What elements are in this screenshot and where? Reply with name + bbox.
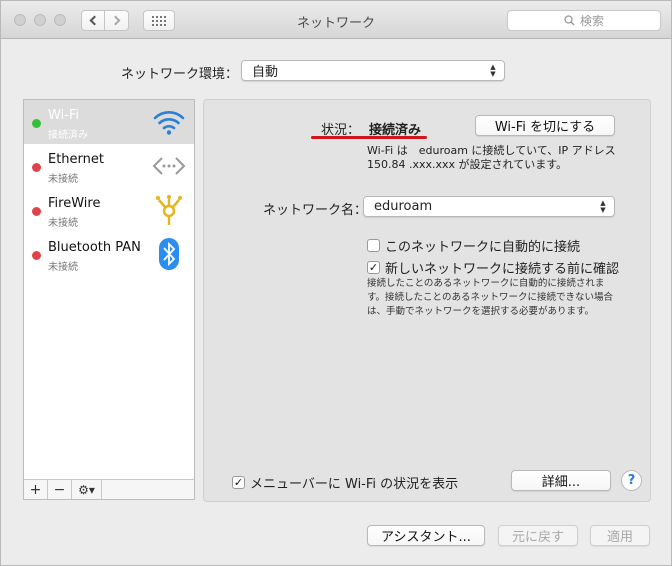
status-dot-red [32,207,41,216]
status-dot-red [32,251,41,260]
add-service-button[interactable]: + [24,480,48,499]
location-value: 自動 [252,65,279,80]
search-placeholder: 検索 [579,14,604,28]
updown-arrows-icon: ▲ ▼ [600,198,606,214]
checkmark-icon: ✓ [232,476,245,489]
title-bar: ネットワーク 検索 [1,1,671,39]
status-dot-green [32,119,41,128]
firewire-icon [156,195,182,225]
search-field[interactable]: 検索 [507,10,661,31]
service-name: Wi-Fi [48,108,80,123]
location-popup[interactable]: 自動 ▲ ▼ [241,60,505,81]
auto-join-label: このネットワークに自動的に接続 [385,240,581,255]
turn-wifi-off-button[interactable]: Wi-Fi を切にする [475,115,615,136]
checkmark-icon: ✓ [367,261,380,274]
ethernet-icon [152,157,186,175]
auto-join-checkbox[interactable]: このネットワークに自動的に接続 [367,236,580,255]
service-name: Bluetooth PAN [48,240,141,255]
status-dot-red [32,163,41,172]
service-item-wifi[interactable]: Wi-Fi 接続済み [24,100,194,144]
service-status: 未接続 [48,262,78,273]
gear-icon: ⚙︎▾ [78,482,95,497]
ask-to-join-checkbox[interactable]: ✓ 新しいネットワークに接続する前に確認 [367,258,619,277]
ask-to-join-help-text: 接続したことのあるネットワークに自動的に接続されます。接続したことのあるネットワ… [367,278,613,317]
apply-button[interactable]: 適用 [590,525,650,546]
magnifier-icon [564,15,575,26]
ask-to-join-label: 新しいネットワークに接続する前に確認 [385,262,620,277]
service-item-firewire[interactable]: FireWire 未接続 [24,188,194,232]
network-name-value: eduroam [374,199,433,214]
checkbox-unchecked [367,239,380,252]
service-status: 接続済み [48,130,88,141]
updown-arrows-icon: ▲ ▼ [490,62,496,78]
gear-menu-button[interactable]: ⚙︎▾ [72,480,102,499]
assistant-button[interactable]: アシスタント... [367,525,485,546]
service-item-ethernet[interactable]: Ethernet 未接続 [24,144,194,188]
location-label: ネットワーク環境： [121,67,239,82]
advanced-button[interactable]: 詳細... [511,470,611,491]
red-underline-annotation [311,136,427,139]
wifi-icon [153,111,185,135]
connection-description-line2: 150.84 .xxx.xxx が設定されています。 [367,158,568,171]
service-name: FireWire [48,196,101,211]
service-status: 未接続 [48,218,78,229]
show-wifi-in-menubar-checkbox[interactable]: ✓ メニューバーに Wi-Fi の状況を表示 [232,473,458,492]
service-list: Wi-Fi 接続済み Ethernet 未接続 FireWire 未接続 Blu… [23,99,195,500]
service-list-toolbar: + − ⚙︎▾ [24,479,194,499]
show-wifi-in-menubar-label: メニューバーに Wi-Fi の状況を表示 [250,477,459,492]
service-status: 未接続 [48,174,78,185]
remove-service-button[interactable]: − [48,480,72,499]
network-name-popup[interactable]: eduroam ▲ ▼ [363,196,615,217]
service-name: Ethernet [48,152,104,167]
service-item-bluetooth-pan[interactable]: Bluetooth PAN 未接続 [24,232,194,276]
revert-button[interactable]: 元に戻す [498,525,578,546]
bluetooth-icon [159,238,179,270]
network-name-label: ネットワーク名： [263,203,368,218]
help-button[interactable]: ? [621,470,642,491]
network-preferences-window: ネットワーク 検索 ネットワーク環境： 自動 ▲ ▼ Wi-Fi 接続済み Et… [0,0,672,566]
